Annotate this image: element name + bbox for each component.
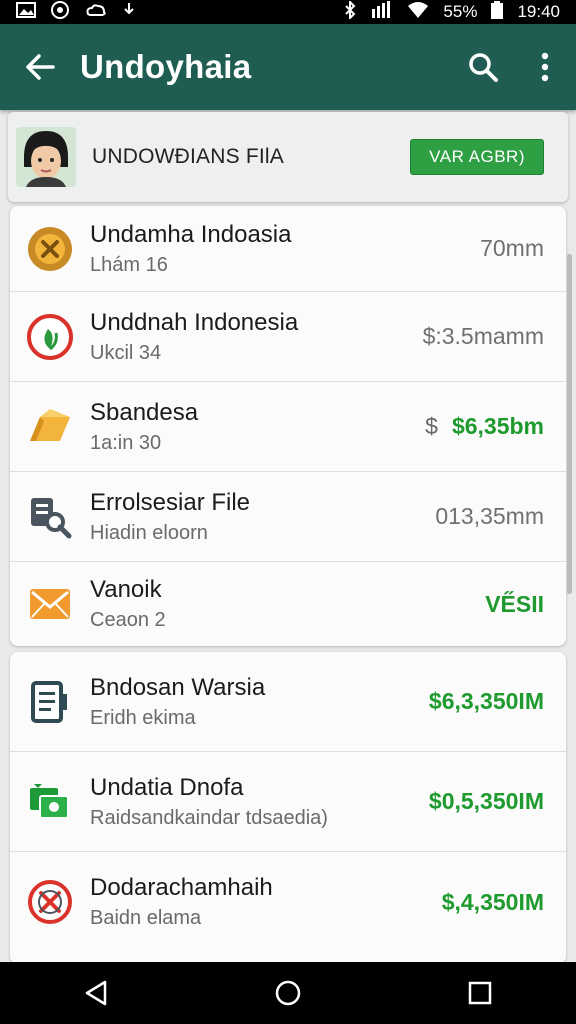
item-title: Sbandesa: [90, 398, 199, 426]
item-title: Dodarachamhaih: [90, 874, 273, 901]
item-title: Undatia Dnofa: [90, 773, 244, 801]
item-amount: $6,35bm: [451, 413, 544, 439]
item-title: Undamha Indoasia: [90, 220, 292, 248]
transactions-card-2: Bndosan Warsia Eridh ekima $6,3,350IM Un…: [10, 652, 566, 964]
item-title: Unddnah Indonesia: [90, 308, 299, 336]
list-item[interactable]: Dodarachamhaih Baidn elama $,4,350IM: [10, 852, 566, 952]
item-subtitle: Hiadin eloorn: [90, 521, 208, 544]
nav-home-button[interactable]: [258, 968, 318, 1018]
money-transfer-icon: [10, 782, 90, 822]
item-subtitle: Baidn elama: [90, 907, 202, 929]
bluetooth-icon: [343, 0, 357, 23]
gold-bar-icon: [10, 407, 90, 447]
item-amount-group: $ $6,35bm: [425, 413, 566, 440]
signal-icon: [371, 1, 393, 23]
item-title: Bndosan Warsia: [90, 673, 266, 701]
receipt-icon: [10, 680, 90, 724]
image-icon: [16, 2, 36, 22]
transactions-card-1: Undamha Indoasia Lhám 16 70mm Unddnah In…: [10, 206, 566, 646]
item-amount: $,4,350IM: [441, 888, 544, 915]
app-bar: Undoyhaia: [0, 24, 576, 110]
triangle-back-icon: [85, 980, 107, 1006]
item-amount: $6,3,350IM: [428, 688, 544, 714]
status-bar: 55% 19:40: [0, 0, 576, 24]
item-title: Vanoik: [90, 576, 162, 603]
item-amount: $0,5,350IM: [428, 788, 544, 814]
list-item[interactable]: Unddnah Indonesia Ukcil 34 $:3.5mamm: [10, 292, 566, 382]
account-action-button[interactable]: VAR AGBR): [410, 139, 544, 175]
more-vert-icon: [541, 52, 549, 82]
system-nav-bar: [0, 962, 576, 1024]
cloud-icon: [84, 2, 108, 22]
list-item[interactable]: Errolsesiar File Hiadin eloorn 013,35mm: [10, 472, 566, 562]
list-item[interactable]: Vanoik Ceaon 2 VE̋SII: [10, 562, 566, 646]
square-recents-icon: [468, 981, 492, 1005]
document-search-icon: [10, 494, 90, 540]
avatar: [16, 127, 76, 187]
leaf-circle-icon: [10, 313, 90, 361]
item-subtitle: Lhám 16: [90, 253, 168, 276]
account-banner[interactable]: UNDOWÐIANS FIlA VAR AGBR): [8, 112, 568, 202]
cancel-circle-icon: [10, 878, 90, 926]
item-amount: 013,35mm: [435, 503, 544, 529]
x-coin-icon: [10, 225, 90, 273]
item-subtitle: Raidsandkaindar tdsaedia): [90, 806, 328, 829]
battery-percent: 55%: [443, 2, 478, 21]
whatsapp-icon: [50, 0, 70, 24]
download-icon: [122, 2, 136, 22]
list-item[interactable]: Bndosan Warsia Eridh ekima $6,3,350IM: [10, 652, 566, 752]
item-amount: VE̋SII: [485, 590, 544, 617]
battery-icon: [491, 1, 504, 23]
page-title: Undoyhaia: [80, 48, 252, 85]
scrollbar[interactable]: [567, 254, 572, 594]
wifi-icon: [407, 1, 429, 23]
back-button[interactable]: [0, 24, 80, 110]
circle-home-icon: [275, 980, 301, 1006]
item-amount: 70mm: [480, 235, 544, 261]
item-subtitle: Eridh ekima: [90, 706, 196, 729]
item-subtitle: Ceaon 2: [90, 609, 166, 631]
item-amount: $:3.5mamm: [422, 323, 544, 349]
search-button[interactable]: [452, 24, 514, 110]
nav-recents-button[interactable]: [450, 968, 510, 1018]
currency-symbol: $: [425, 413, 438, 439]
more-options-button[interactable]: [514, 24, 576, 110]
list-item[interactable]: Undatia Dnofa Raidsandkaindar tdsaedia) …: [10, 752, 566, 852]
nav-back-button[interactable]: [66, 968, 126, 1018]
list-item[interactable]: Sbandesa 1a:in 30 $ $6,35bm: [10, 382, 566, 472]
clock: 19:40: [517, 2, 560, 21]
envelope-icon: [10, 587, 90, 621]
item-subtitle: Ukcil 34: [90, 341, 162, 364]
item-subtitle: 1a:in 30: [90, 431, 162, 454]
account-name: UNDOWÐIANS FIlA: [92, 145, 284, 168]
search-icon: [469, 53, 498, 82]
item-title: Errolsesiar File: [90, 488, 251, 516]
list-item[interactable]: Undamha Indoasia Lhám 16 70mm: [10, 206, 566, 292]
arrow-left-icon: [26, 54, 55, 80]
